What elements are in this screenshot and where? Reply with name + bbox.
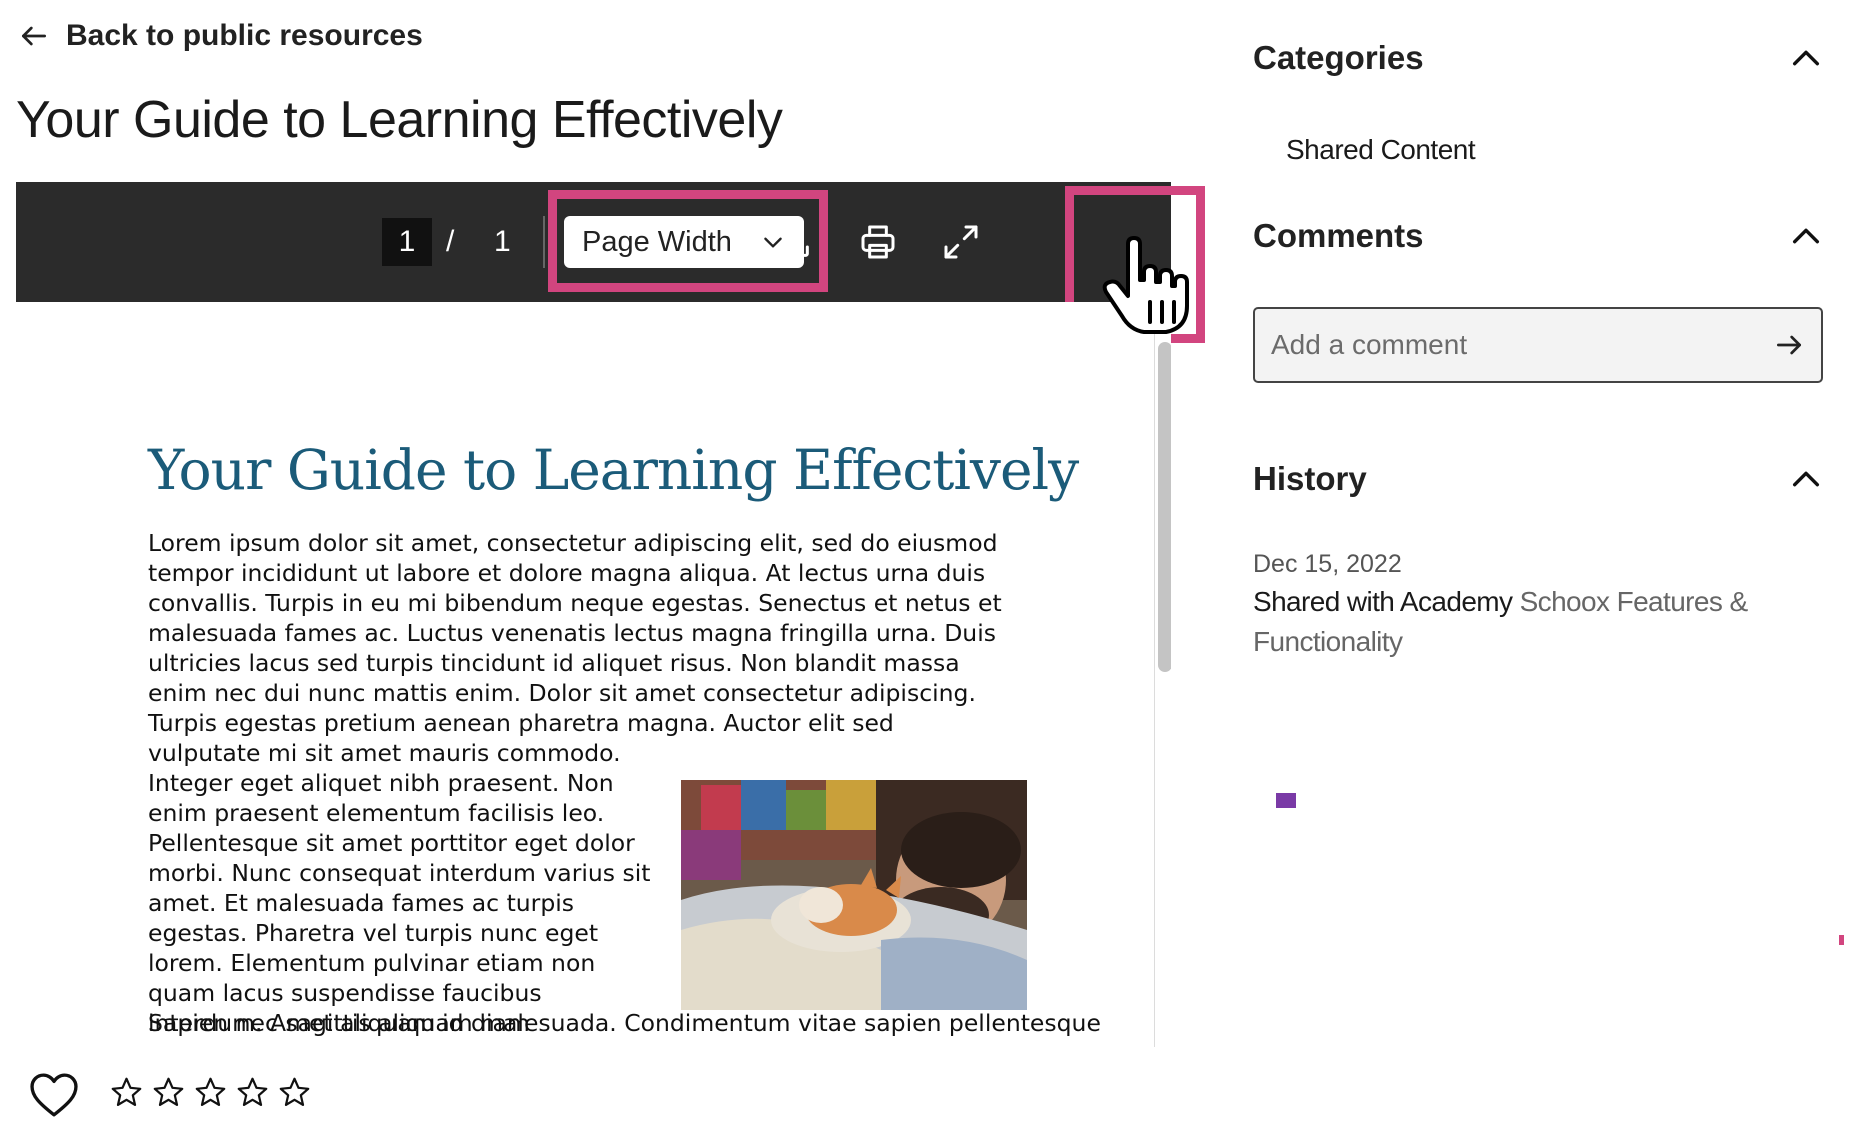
document-paragraph: Sapien nec sagittis aliquam malesuada. C…: [148, 1009, 1101, 1037]
star-rating: [110, 1076, 311, 1109]
arrow-left-icon: [22, 26, 46, 46]
chevron-up-icon: [1792, 228, 1820, 244]
chevron-up-icon: [1792, 471, 1820, 487]
zoom-select-value: Page Width: [582, 225, 732, 258]
comment-input[interactable]: [1271, 329, 1751, 361]
history-section-toggle[interactable]: History: [1253, 453, 1823, 505]
document-paragraph: Lorem ipsum dolor sit amet, consectetur …: [148, 529, 1002, 767]
zoom-select[interactable]: Page Width: [564, 216, 804, 268]
document-heading: Your Guide to Learning Effectively: [148, 438, 1079, 502]
document-viewer-toolbar: 1 / 1 Page Width: [16, 182, 1171, 302]
fullscreen-button[interactable]: [941, 222, 981, 262]
star-outline-icon[interactable]: [236, 1076, 269, 1109]
back-to-resources-link[interactable]: Back to public resources: [18, 14, 423, 58]
current-page-input[interactable]: 1: [382, 218, 432, 266]
document-paragraph: Integer eget aliquet nibh praesent. Non …: [148, 769, 651, 1047]
star-outline-icon[interactable]: [194, 1076, 227, 1109]
toolbar-divider: [543, 216, 545, 268]
categories-title: Categories: [1253, 39, 1424, 76]
category-item[interactable]: Shared Content: [1286, 134, 1476, 166]
decorative-marker: [1839, 935, 1844, 945]
comments-title: Comments: [1253, 217, 1424, 254]
heart-outline-icon: [30, 1073, 78, 1117]
download-icon: [779, 225, 809, 257]
history-entry: Shared with Academy Schoox Features & Fu…: [1253, 582, 1773, 662]
history-title: History: [1253, 460, 1367, 497]
print-button[interactable]: [858, 222, 898, 262]
arrow-right-icon[interactable]: [1773, 329, 1805, 361]
comments-section-toggle[interactable]: Comments: [1253, 210, 1823, 262]
decorative-marker: [1276, 793, 1296, 808]
viewer-divider: [1154, 302, 1155, 1047]
chevron-up-icon: [1792, 50, 1820, 66]
comment-field: [1253, 307, 1823, 383]
history-action: Shared with Academy: [1253, 586, 1513, 617]
page-separator: /: [446, 225, 455, 258]
document-scrollbar[interactable]: [1158, 342, 1171, 672]
download-button[interactable]: [774, 222, 814, 262]
like-button[interactable]: [28, 1072, 80, 1118]
expand-icon: [944, 225, 978, 259]
document-page[interactable]: Your Guide to Learning Effectively Lorem…: [16, 302, 1171, 1047]
document-photo: [681, 780, 1027, 1010]
star-outline-icon[interactable]: [110, 1076, 143, 1109]
printer-icon: [861, 225, 895, 259]
page-title: Your Guide to Learning Effectively: [16, 91, 783, 149]
back-link-label: Back to public resources: [66, 19, 423, 52]
categories-section-toggle[interactable]: Categories: [1253, 32, 1823, 84]
total-pages: 1: [494, 225, 511, 258]
star-outline-icon[interactable]: [278, 1076, 311, 1109]
history-date: Dec 15, 2022: [1253, 550, 1402, 578]
star-outline-icon[interactable]: [152, 1076, 185, 1109]
